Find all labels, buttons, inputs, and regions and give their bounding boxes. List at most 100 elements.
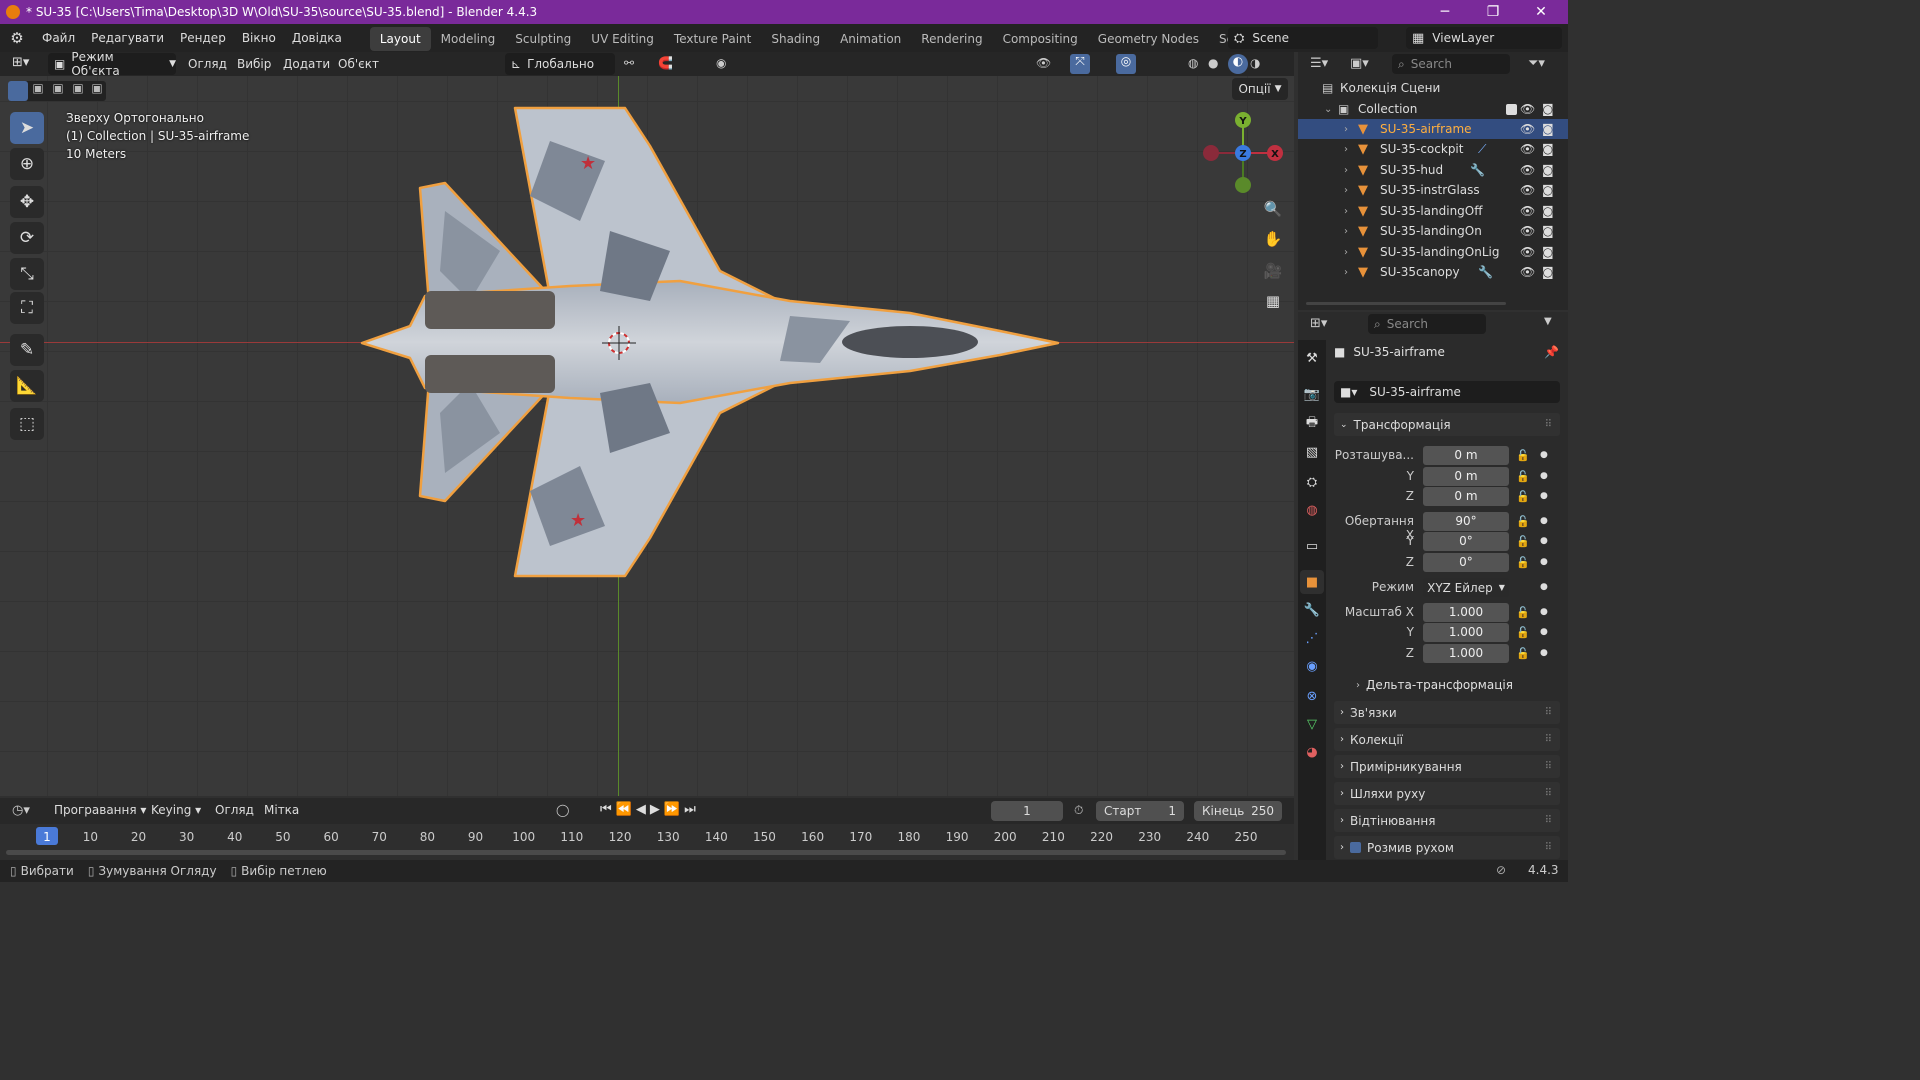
object-tab-icon[interactable]: ■ — [1300, 570, 1324, 594]
camera-icon[interactable]: ◙ — [1542, 183, 1554, 197]
drag-handle-icon[interactable]: ⠿ — [1545, 842, 1552, 853]
constraints-tab-icon[interactable]: ⊗ — [1300, 684, 1324, 708]
outliner-item[interactable]: › ▼ SU-35-landingOn 👁 ◙ — [1298, 221, 1568, 241]
drag-handle-icon[interactable]: ⠿ — [1545, 707, 1552, 718]
eye-icon[interactable]: 👁 — [1520, 163, 1535, 177]
outliner-editor-type-icon[interactable]: ☰▾ — [1310, 56, 1328, 71]
keyframe-dot-icon[interactable]: ● — [1540, 536, 1548, 546]
navigation-gizmo[interactable]: Y X Z — [1196, 106, 1290, 206]
eye-icon[interactable]: 👁 — [1520, 102, 1535, 116]
eye-icon[interactable]: 👁 — [1520, 122, 1535, 136]
menu-timeline-view[interactable]: Огляд — [207, 796, 262, 824]
outliner-item[interactable]: › ▼ SU-35-airframe 👁 ◙ — [1298, 119, 1568, 139]
end-frame-field[interactable]: Кінець 250 — [1194, 801, 1282, 821]
select-tool-icon[interactable]: ➤ — [10, 112, 44, 144]
zoom-icon[interactable]: 🔍 — [1260, 196, 1286, 222]
drag-handle-icon[interactable]: ⠿ — [1545, 761, 1552, 772]
transform-tool-icon[interactable]: ⛶ — [10, 292, 44, 324]
options-dropdown[interactable]: Опції ▼ — [1232, 78, 1288, 100]
keyframe-dot-icon[interactable]: ● — [1540, 450, 1548, 460]
select-extend-icon[interactable]: ▣ — [28, 81, 48, 101]
rendered-shading-icon[interactable]: ◑ — [1250, 56, 1260, 70]
eye-icon[interactable]: 👁 — [1520, 245, 1535, 259]
3d-viewport[interactable]: ▣ ▣ ▣ ▣ ➤ ⊕ ✥ ⟳ ⤡ ⛶ ✎ 📐 ⬚ Зверху Ортогон… — [0, 76, 1294, 796]
outliner-scrollbar[interactable] — [1306, 302, 1506, 305]
expand-chevron-icon[interactable]: › — [1344, 247, 1358, 258]
camera-icon[interactable]: ◙ — [1542, 204, 1554, 218]
camera-icon[interactable]: ◙ — [1542, 265, 1554, 279]
tab-sculpting[interactable]: Sculpting — [505, 27, 581, 51]
menu-add[interactable]: Додати — [275, 50, 338, 78]
gizmo-neg-y-axis[interactable] — [1235, 177, 1251, 193]
properties-editor-type-icon[interactable]: ⊞▾ — [1310, 316, 1327, 331]
chevron-down-icon[interactable]: ▼ — [1544, 316, 1552, 327]
expand-chevron-icon[interactable]: › — [1344, 267, 1358, 278]
view-layer-tab-icon[interactable]: ▧ — [1300, 440, 1324, 464]
keyframe-dot-icon[interactable]: ● — [1540, 582, 1548, 592]
menu-window[interactable]: Вікно — [234, 24, 284, 52]
tab-modeling[interactable]: Modeling — [431, 27, 506, 51]
keyframe-dot-icon[interactable]: ● — [1540, 627, 1548, 637]
render-tab-icon[interactable]: 📷 — [1300, 382, 1324, 406]
visibility-icon[interactable]: 👁 — [1036, 56, 1051, 70]
eye-icon[interactable]: 👁 — [1520, 265, 1535, 279]
rotate-tool-icon[interactable]: ⟳ — [10, 222, 44, 254]
outliner-item[interactable]: › ▼ SU-35-landingOff 👁 ◙ — [1298, 201, 1568, 221]
modifiers-tab-icon[interactable]: 🔧 — [1300, 598, 1324, 622]
expand-chevron-icon[interactable]: › — [1344, 206, 1358, 217]
rotation-y-field[interactable]: 0° — [1423, 532, 1509, 551]
minimize-button[interactable]: ─ — [1422, 0, 1468, 24]
eye-icon[interactable]: 👁 — [1520, 183, 1535, 197]
drag-handle-icon[interactable]: ⠿ — [1545, 815, 1552, 826]
expand-chevron-icon[interactable]: ⌄ — [1324, 104, 1338, 115]
tab-layout[interactable]: Layout — [369, 27, 431, 51]
drag-handle-icon[interactable]: ⠿ — [1545, 734, 1552, 745]
material-shading-icon[interactable]: ◐ — [1228, 54, 1248, 74]
properties-search-input[interactable]: ⌕ Search — [1368, 314, 1486, 334]
motion-blur-panel-header[interactable]: › Розмив рухом ⠿ — [1334, 836, 1560, 859]
camera-icon[interactable]: ◙ — [1542, 163, 1554, 177]
scale-y-field[interactable]: 1.000 — [1423, 623, 1509, 642]
outliner-item[interactable]: › ▼ SU-35-landingOnLig 👁 ◙ — [1298, 242, 1568, 262]
rotation-z-field[interactable]: 0° — [1423, 553, 1509, 572]
timeline-scrollbar[interactable] — [6, 850, 1286, 855]
tab-compositing[interactable]: Compositing — [993, 27, 1088, 51]
transform-panel-header[interactable]: ⌄ Трансформація ⠿ — [1334, 413, 1560, 436]
lock-icon[interactable]: 🔓 — [1516, 556, 1530, 569]
collection-checkbox[interactable] — [1506, 103, 1517, 115]
pivot-icon[interactable]: ⚯ — [624, 56, 634, 70]
scale-z-field[interactable]: 1.000 — [1423, 644, 1509, 663]
expand-chevron-icon[interactable]: › — [1344, 165, 1358, 176]
annotate-tool-icon[interactable]: ✎ — [10, 334, 44, 366]
rotation-mode-dropdown[interactable]: XYZ Ейлер ▼ — [1423, 578, 1509, 597]
motion-paths-panel-header[interactable]: › Шляхи руху ⠿ — [1334, 782, 1560, 805]
camera-icon[interactable]: ◙ — [1542, 142, 1554, 156]
outliner-item[interactable]: › ▼ SU-35canopy 🔧 👁 ◙ — [1298, 262, 1568, 282]
menu-select[interactable]: Вибір — [229, 50, 279, 78]
camera-icon[interactable]: ◙ — [1542, 224, 1554, 238]
wireframe-shading-icon[interactable]: ◍ — [1188, 56, 1198, 70]
menu-marker[interactable]: Мітка — [256, 796, 307, 824]
display-mode-icon[interactable]: ▣▾ — [1350, 56, 1369, 71]
material-tab-icon[interactable]: ◕ — [1300, 740, 1324, 764]
keyframe-dot-icon[interactable]: ● — [1540, 607, 1548, 617]
motion-blur-checkbox[interactable] — [1350, 842, 1361, 853]
world-tab-icon[interactable]: ◍ — [1300, 498, 1324, 522]
clock-icon[interactable]: ⏱ — [1074, 803, 1083, 818]
lock-icon[interactable]: 🔓 — [1516, 647, 1530, 660]
select-box-mode-icon[interactable] — [8, 81, 28, 101]
tab-uv-editing[interactable]: UV Editing — [581, 27, 664, 51]
keyframe-dot-icon[interactable]: ● — [1540, 471, 1548, 481]
lock-icon[interactable]: 🔓 — [1516, 626, 1530, 639]
menu-playback[interactable]: Програвання ▾ — [46, 796, 154, 824]
menu-object[interactable]: Об'єкт — [330, 50, 387, 78]
snap-icon[interactable]: 🧲 — [658, 56, 673, 70]
start-frame-field[interactable]: Старт 1 — [1096, 801, 1184, 821]
menu-file[interactable]: Файл — [34, 24, 83, 52]
proportional-edit-icon[interactable]: ◉ — [716, 56, 726, 70]
outliner-item[interactable]: › ▼ SU-35-cockpit ⟋ 👁 ◙ — [1298, 139, 1568, 159]
scale-tool-icon[interactable]: ⤡ — [10, 258, 44, 290]
keyframe-dot-icon[interactable]: ● — [1540, 648, 1548, 658]
tab-animation[interactable]: Animation — [830, 27, 911, 51]
auto-keying-icon[interactable]: ◯ — [556, 803, 569, 817]
